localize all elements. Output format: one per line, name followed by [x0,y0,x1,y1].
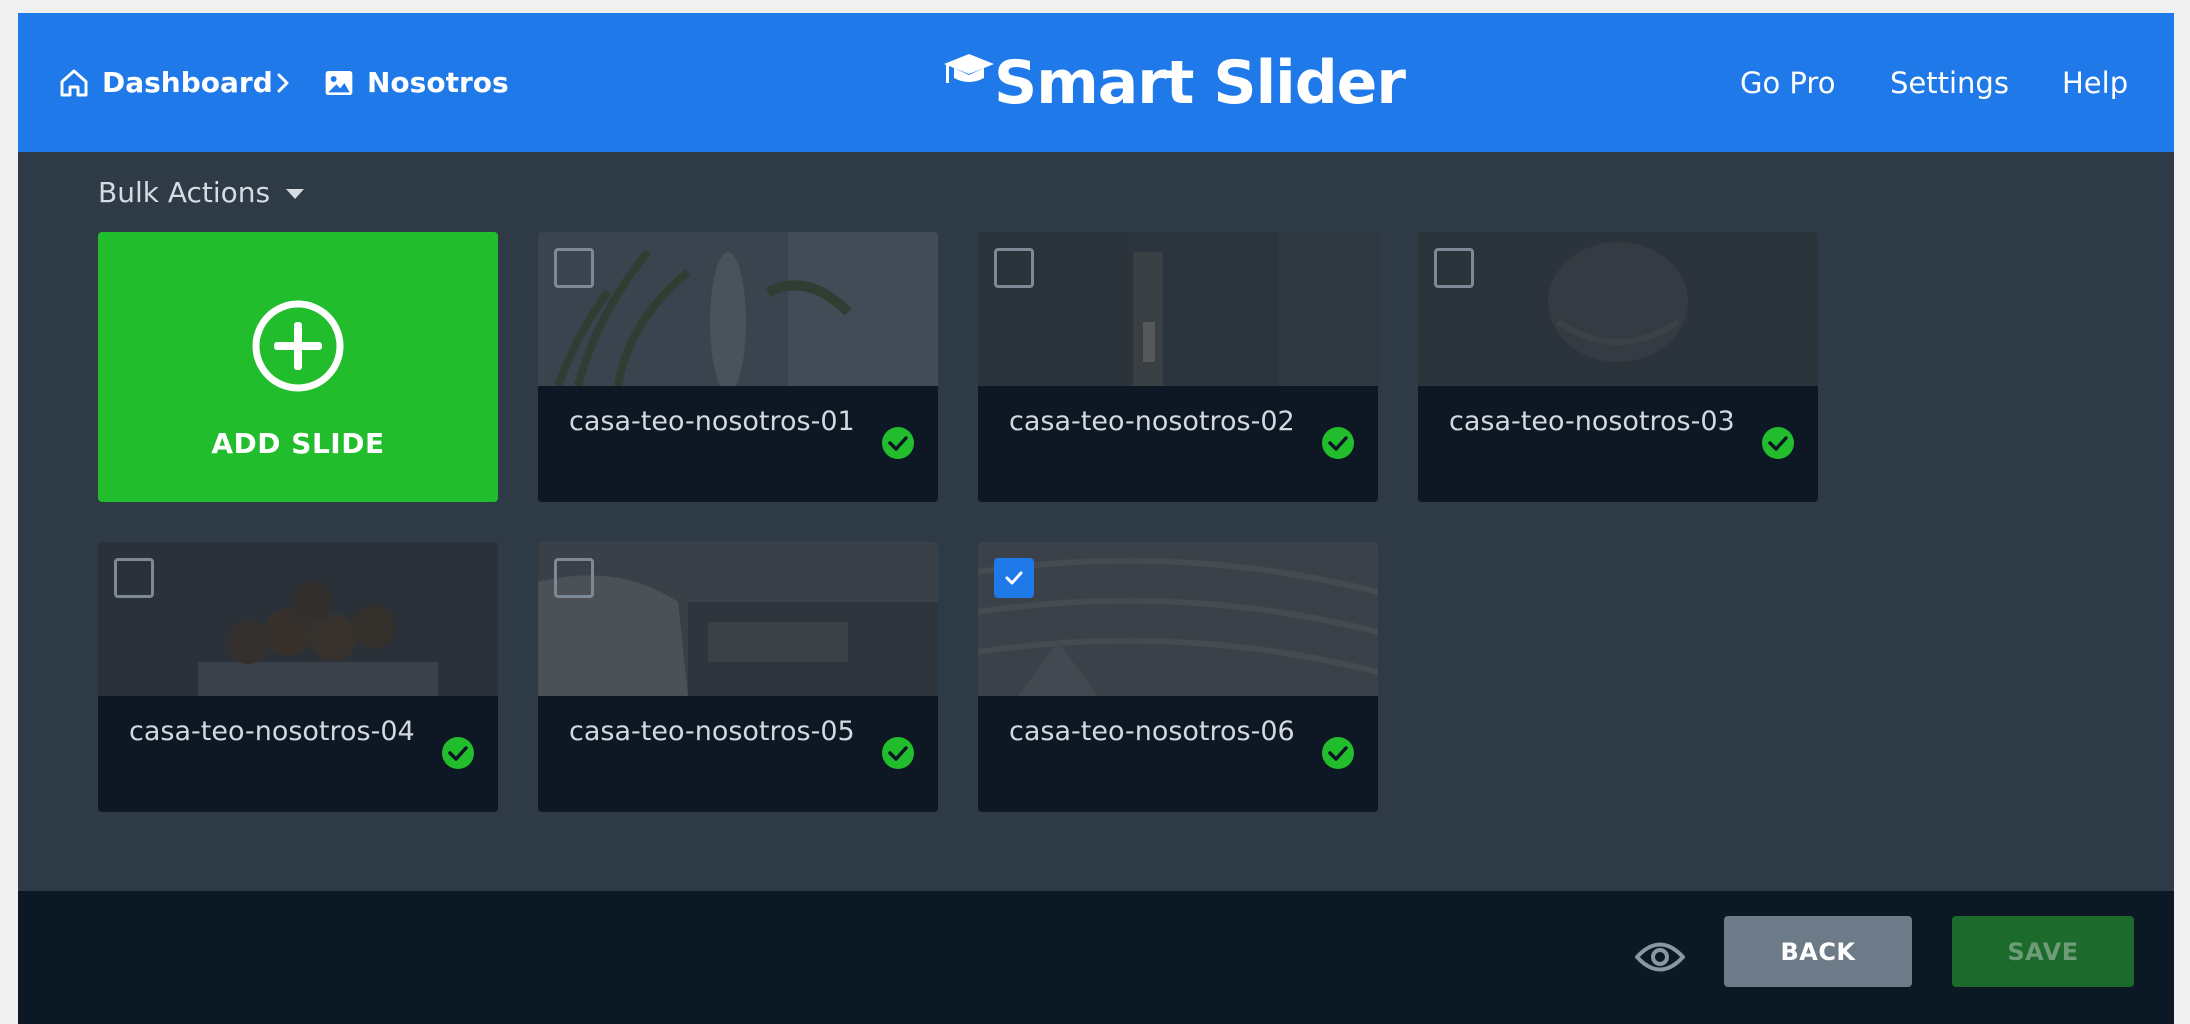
slide-thumbnail [538,232,938,386]
slide-checkbox[interactable] [994,558,1034,598]
slide-card[interactable]: casa-teo-nosotros-03 [1418,232,1818,502]
slide-name: casa-teo-nosotros-05 [569,716,855,747]
slide-name: casa-teo-nosotros-04 [129,716,415,747]
slide-card[interactable]: casa-teo-nosotros-02 [978,232,1378,502]
home-icon [58,67,90,99]
slide-thumbnail [978,232,1378,386]
caret-down-icon [286,189,305,199]
chevron-right-icon [273,13,293,152]
app-window: Dashboard Nosotros Smart Slider Go Pro S… [18,13,2174,1024]
checkmark-icon [1005,571,1023,585]
slide-card[interactable]: casa-teo-nosotros-06 [978,542,1378,812]
breadcrumb-slider-label: Nosotros [367,66,509,99]
slide-name: casa-teo-nosotros-01 [569,406,855,437]
save-button[interactable]: SAVE [1952,916,2134,987]
slide-card[interactable]: casa-teo-nosotros-05 [538,542,938,812]
slide-thumbnail [1418,232,1818,386]
slide-checkbox[interactable] [114,558,154,598]
slide-checkbox[interactable] [994,248,1034,288]
slide-card[interactable]: casa-teo-nosotros-01 [538,232,938,502]
slide-checkbox[interactable] [1434,248,1474,288]
add-slide-label: ADD SLIDE [211,427,385,460]
slide-checkbox[interactable] [554,558,594,598]
top-bar: Dashboard Nosotros Smart Slider Go Pro S… [18,13,2174,152]
breadcrumb-slider[interactable]: Nosotros [323,13,509,152]
slide-thumbnail [978,542,1378,696]
eye-icon[interactable] [1634,936,1686,982]
slide-card[interactable]: casa-teo-nosotros-04 [98,542,498,812]
slide-thumbnail [98,542,498,696]
slide-name: casa-teo-nosotros-06 [1009,716,1295,747]
check-circle-icon [881,426,915,460]
check-circle-icon [441,736,475,770]
slide-name: casa-teo-nosotros-02 [1009,406,1295,437]
check-circle-icon [1321,736,1355,770]
smart-slider-logo: Smart Slider [940,13,1406,152]
breadcrumb-dashboard[interactable]: Dashboard [58,13,273,152]
slide-name: casa-teo-nosotros-03 [1449,406,1735,437]
back-button[interactable]: BACK [1724,916,1912,987]
bulk-actions-label: Bulk Actions [98,175,271,209]
graduation-cap-icon [940,48,998,104]
go-pro-link[interactable]: Go Pro [1740,13,1835,152]
help-link[interactable]: Help [2062,13,2128,152]
bulk-actions-dropdown[interactable]: Bulk Actions [98,171,305,213]
add-slide-button[interactable]: ADD SLIDE [98,232,498,502]
bottom-bar: BACK SAVE [18,891,2174,1024]
check-circle-icon [881,736,915,770]
check-circle-icon [1321,426,1355,460]
slide-thumbnail [538,542,938,696]
logo-text: Smart Slider [994,47,1406,118]
breadcrumb-dashboard-label: Dashboard [102,66,273,99]
image-icon [323,67,355,99]
check-circle-icon [1761,426,1795,460]
plus-circle-icon [250,298,346,398]
slide-checkbox[interactable] [554,248,594,288]
settings-link[interactable]: Settings [1890,13,2009,152]
